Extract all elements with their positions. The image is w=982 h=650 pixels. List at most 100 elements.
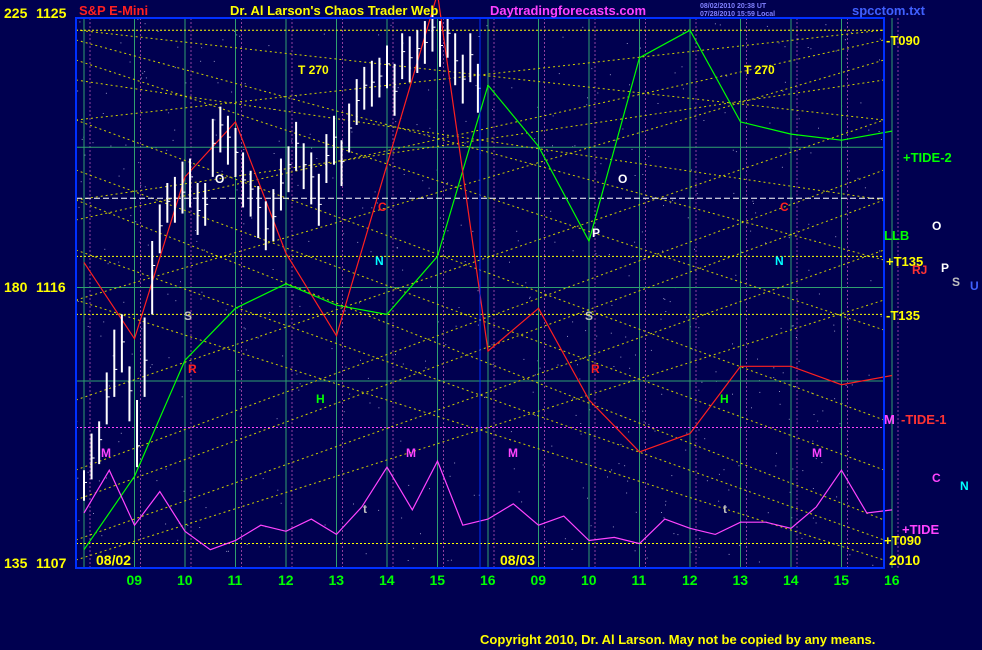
star-dot (650, 349, 652, 351)
y-label-mid-angle: 180 (4, 279, 28, 295)
right-label: +TIDE-2 (903, 150, 952, 165)
star-dot (612, 526, 614, 528)
star-dot (674, 72, 676, 74)
star-dot (296, 373, 298, 375)
star-dot (847, 49, 849, 51)
star-dot (624, 465, 626, 467)
plot-letter: H (720, 392, 729, 406)
star-dot (686, 316, 688, 318)
star-dot (491, 344, 493, 346)
plot-letter: H (316, 392, 325, 406)
star-dot (735, 274, 737, 276)
plot-letter: N (375, 254, 384, 268)
star-dot (225, 309, 227, 311)
star-dot (129, 61, 131, 63)
star-dot (142, 72, 144, 74)
star-dot (818, 127, 819, 129)
star-dot (165, 468, 167, 470)
star-dot (562, 36, 564, 38)
x-tick-label: 11 (228, 572, 243, 588)
star-dot (657, 103, 659, 104)
star-dot (557, 364, 559, 366)
star-dot (177, 539, 179, 541)
star-dot (817, 420, 819, 422)
star-dot (691, 169, 692, 171)
star-dot (607, 476, 608, 478)
star-dot (107, 263, 109, 265)
x-tick-label: 12 (278, 572, 294, 588)
star-dot (187, 525, 189, 526)
star-dot (611, 304, 613, 306)
star-dot (825, 24, 827, 26)
star-dot (201, 291, 203, 293)
copyright-notice: Copyright 2010, Dr. Al Larson. May not b… (480, 632, 875, 647)
star-dot (582, 26, 584, 28)
star-dot (425, 367, 427, 369)
star-dot (77, 477, 79, 479)
star-dot (529, 296, 531, 298)
star-dot (552, 145, 553, 147)
x-tick-label: 15 (834, 572, 850, 588)
planet-glyph: N (960, 479, 969, 493)
star-dot (879, 250, 881, 252)
star-dot (395, 121, 397, 123)
star-dot (410, 190, 411, 192)
star-dot (316, 158, 318, 159)
star-dot (699, 538, 701, 540)
star-dot (698, 389, 700, 391)
star-dot (378, 509, 380, 511)
right-label: -T135 (886, 308, 920, 323)
star-dot (472, 230, 474, 232)
star-dot (634, 241, 636, 243)
star-dot (343, 411, 345, 413)
star-dot (590, 525, 592, 527)
star-dot (784, 46, 786, 48)
star-dot (477, 290, 479, 292)
star-dot (574, 145, 576, 147)
star-dot (767, 512, 769, 514)
instrument-label: S&P E-Mini (79, 3, 148, 18)
star-dot (400, 440, 402, 442)
star-dot (701, 381, 703, 383)
star-dot (630, 256, 632, 258)
star-dot (796, 337, 797, 338)
star-dot (635, 511, 637, 513)
star-dot (447, 230, 449, 232)
star-dot (698, 429, 700, 431)
star-dot (135, 221, 137, 223)
star-dot (234, 30, 235, 32)
star-dot (822, 410, 824, 412)
x-tick-label: 13 (733, 572, 749, 588)
star-dot (575, 414, 577, 416)
star-dot (175, 300, 177, 302)
plot-letter: t (723, 502, 727, 516)
star-dot (788, 237, 790, 239)
star-dot (580, 423, 582, 424)
x-tick-label: 13 (329, 572, 345, 588)
star-dot (878, 542, 880, 544)
plot-letter: P (592, 226, 600, 240)
star-dot (671, 475, 673, 477)
star-dot (420, 533, 421, 535)
star-dot (407, 560, 409, 561)
x-tick-label: 14 (783, 572, 799, 588)
star-dot (585, 330, 587, 332)
star-dot (792, 325, 794, 327)
star-dot (534, 138, 536, 140)
chart-title: Dr. Al Larson's Chaos Trader Web (230, 3, 438, 18)
star-dot (648, 423, 650, 425)
star-dot (147, 244, 149, 246)
planet-glyph: P (941, 261, 949, 275)
right-label: LLB (884, 228, 909, 243)
star-dot (642, 174, 644, 175)
star-dot (752, 200, 754, 202)
plot-letter: T 270 (744, 63, 775, 77)
star-dot (378, 407, 380, 409)
star-dot (728, 489, 730, 491)
star-dot (587, 97, 588, 99)
star-dot (545, 541, 547, 543)
star-dot (236, 34, 238, 36)
star-dot (374, 191, 376, 193)
star-dot (397, 87, 399, 89)
star-dot (517, 240, 519, 242)
